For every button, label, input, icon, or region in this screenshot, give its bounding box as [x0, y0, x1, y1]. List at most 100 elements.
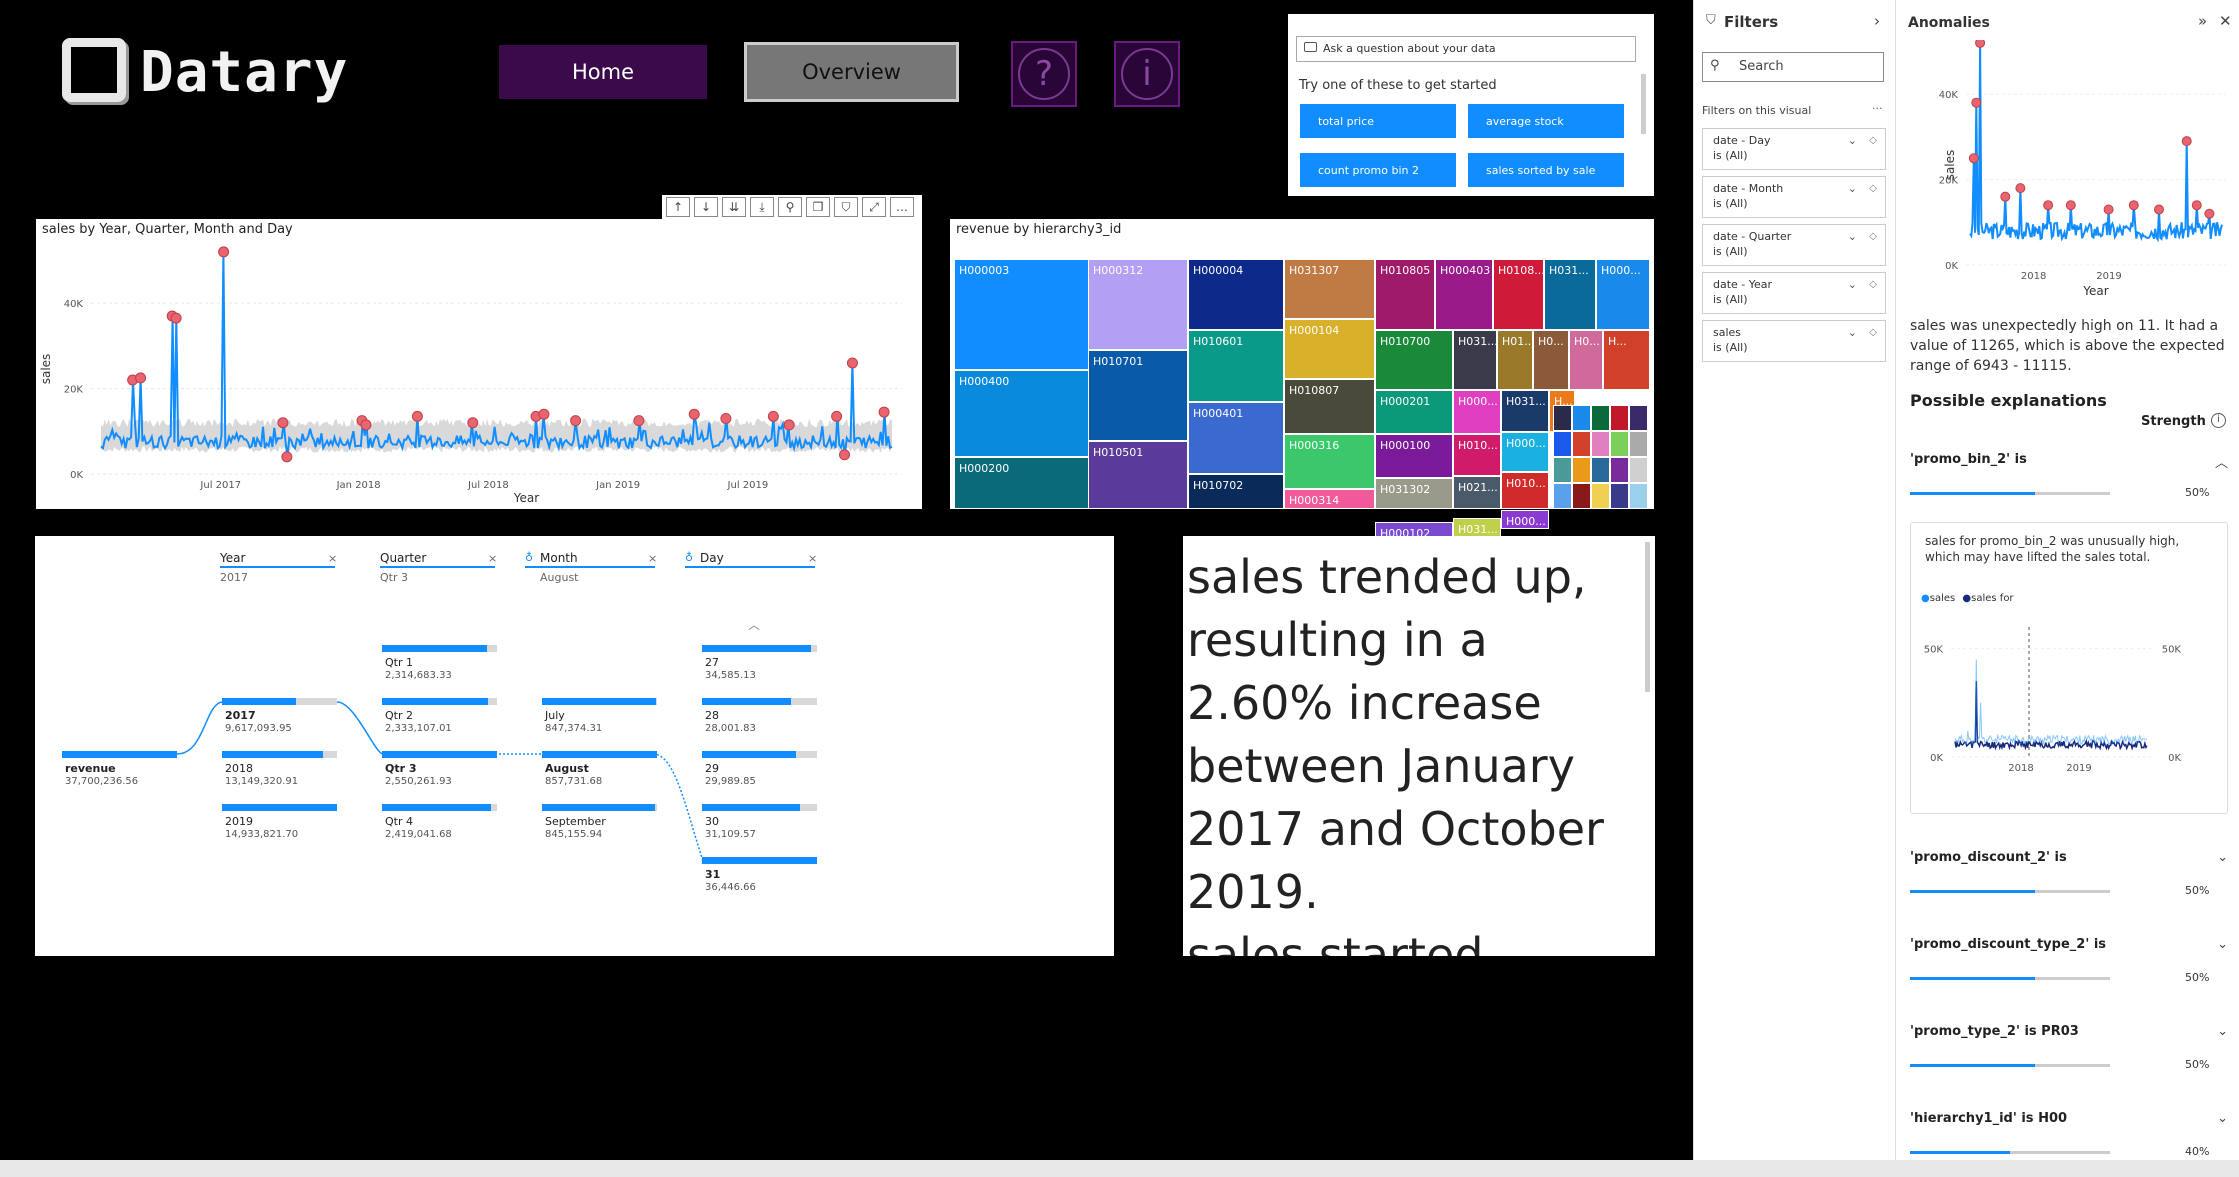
treemap-cell[interactable]: H031...	[1501, 390, 1549, 432]
treemap-cell[interactable]: H000004	[1188, 259, 1284, 330]
explanation-item[interactable]: 'promo_discount_type_2' is ⌄ 50%	[1910, 937, 2228, 984]
eraser-icon[interactable]: ◇	[1869, 229, 1877, 244]
treemap-cell-small[interactable]	[1591, 405, 1610, 431]
chevron-down-icon[interactable]: ⌄	[1848, 133, 1857, 148]
decomp-bar-year[interactable]	[222, 804, 337, 811]
treemap-cell[interactable]: H0...	[1569, 330, 1603, 390]
treemap-cell[interactable]: H010700	[1375, 330, 1453, 390]
chevron-down-icon[interactable]: ⌄	[2217, 850, 2228, 865]
treemap-cell[interactable]: H000400	[954, 370, 1090, 457]
copy-icon[interactable]: ❐	[806, 197, 830, 217]
treemap-cell[interactable]: H010501	[1088, 441, 1188, 509]
decomp-bar-day[interactable]	[702, 857, 817, 864]
decomp-bar-year[interactable]	[222, 698, 337, 705]
treemap-cell-small[interactable]	[1572, 483, 1591, 509]
treemap-cell-small[interactable]	[1610, 431, 1629, 457]
chevron-up-icon[interactable]: ︿	[748, 616, 760, 633]
overview-button[interactable]: Overview	[744, 42, 959, 102]
treemap-cell[interactable]: H000200	[954, 457, 1090, 509]
filter-card[interactable]: date - Year is (All) ⌄ ◇	[1702, 272, 1886, 314]
qa-suggestion[interactable]: count promo bin 2	[1300, 153, 1456, 187]
decomposition-tree[interactable]: Year 2017 × Quarter Qtr 3 × ♁ Month Augu…	[35, 536, 1114, 956]
treemap-cell[interactable]: H031...	[1544, 259, 1596, 330]
chevron-down-icon[interactable]: ⌄	[2217, 937, 2228, 952]
treemap-cell[interactable]: H000201	[1375, 390, 1453, 434]
pin-icon[interactable]: ⚲	[778, 197, 802, 217]
decomp-bar-quarter[interactable]	[382, 645, 497, 652]
close-icon[interactable]: ×	[808, 552, 817, 565]
chevron-down-icon[interactable]: ⌄	[1848, 277, 1857, 292]
treemap-cell[interactable]: H031...	[1453, 330, 1497, 390]
qa-suggestion[interactable]: average stock	[1468, 104, 1624, 138]
explanation-item[interactable]: 'promo_type_2' is PR03 ⌄ 50%	[1910, 1024, 2228, 1071]
qa-input[interactable]: Ask a question about your data	[1296, 36, 1636, 62]
treemap-cell[interactable]: H...	[1603, 330, 1650, 390]
collapse-icon[interactable]: »	[2198, 12, 2207, 30]
chevron-down-icon[interactable]: ⌄	[1848, 229, 1857, 244]
treemap-cell-small[interactable]	[1591, 457, 1610, 483]
expand-next-icon[interactable]: ⤓	[750, 197, 774, 217]
info-icon[interactable]: i	[2211, 413, 2226, 428]
treemap-cell[interactable]: H000312	[1088, 259, 1188, 350]
decomp-bar-month[interactable]	[542, 804, 657, 811]
treemap-cell-small[interactable]	[1572, 431, 1591, 457]
close-icon[interactable]: ×	[488, 552, 497, 565]
treemap-cell[interactable]: H010...	[1453, 434, 1501, 476]
treemap-cell[interactable]: H010805	[1375, 259, 1435, 330]
close-icon[interactable]: ×	[328, 552, 337, 565]
eraser-icon[interactable]: ◇	[1869, 277, 1877, 292]
qa-suggestion[interactable]: sales sorted by sale	[1468, 153, 1624, 187]
treemap-cell[interactable]: H000316	[1284, 434, 1375, 489]
explanation-item[interactable]: 'promo_discount_2' is ⌄ 50%	[1910, 850, 2228, 897]
treemap-cell-small[interactable]	[1610, 483, 1629, 509]
explanation-item[interactable]: 'hierarchy1_id' is H00 ⌄ 40%	[1910, 1111, 2228, 1158]
qa-scrollbar[interactable]	[1641, 74, 1646, 134]
sales-line-visual[interactable]: sales by Year, Quarter, Month and Day 0K…	[36, 219, 922, 509]
eraser-icon[interactable]: ◇	[1869, 181, 1877, 196]
treemap-cell-small[interactable]	[1553, 483, 1572, 509]
eraser-icon[interactable]: ◇	[1869, 325, 1877, 340]
treemap-cell[interactable]: H010702	[1188, 474, 1284, 509]
drill-up-icon[interactable]: ↑	[666, 197, 690, 217]
treemap-cell[interactable]: H000...	[1453, 390, 1501, 434]
treemap-visual[interactable]: revenue by hierarchy3_id H000003 H000312 H…	[950, 219, 1654, 559]
treemap-cell-small[interactable]	[1610, 405, 1629, 431]
help-button[interactable]: ?	[1011, 41, 1077, 107]
chevron-down-icon[interactable]: ⌄	[2217, 1111, 2228, 1126]
treemap-cell[interactable]: H000...	[1501, 510, 1549, 529]
more-icon[interactable]: …	[890, 197, 914, 217]
filter-card[interactable]: date - Month is (All) ⌄ ◇	[1702, 176, 1886, 218]
chevron-down-icon[interactable]: ⌄	[2217, 1024, 2228, 1039]
qa-suggestion[interactable]: total price	[1300, 104, 1456, 138]
treemap-cell[interactable]: H000104	[1284, 319, 1375, 379]
treemap-cell-small[interactable]	[1591, 483, 1610, 509]
treemap-cell[interactable]: H000403	[1435, 259, 1493, 330]
more-icon[interactable]: ···	[1872, 102, 1883, 115]
decomp-bar-quarter[interactable]	[382, 698, 497, 705]
eraser-icon[interactable]: ◇	[1869, 133, 1877, 148]
treemap-cell-small[interactable]	[1553, 405, 1572, 431]
treemap-cell[interactable]: H031...	[1453, 518, 1501, 537]
decomp-bar-day[interactable]	[702, 804, 817, 811]
close-icon[interactable]: ×	[648, 552, 657, 565]
treemap-cell-small[interactable]	[1610, 457, 1629, 483]
drill-down-icon[interactable]: ↓	[694, 197, 718, 217]
treemap-cell-small[interactable]	[1629, 483, 1648, 509]
decomp-bar-month[interactable]	[542, 698, 657, 705]
filters-search-input[interactable]: Search	[1702, 52, 1884, 82]
treemap-cell[interactable]: H000003	[954, 259, 1090, 370]
filter-card[interactable]: date - Day is (All) ⌄ ◇	[1702, 128, 1886, 170]
decomp-bar-day[interactable]	[702, 751, 817, 758]
decomp-bar-month[interactable]	[542, 751, 657, 758]
home-button[interactable]: Home	[499, 45, 707, 99]
chevron-down-icon[interactable]: ⌄	[1848, 181, 1857, 196]
decomp-bar-quarter[interactable]	[382, 751, 497, 758]
focus-icon[interactable]: ⤢	[862, 197, 886, 217]
decomp-bar-root[interactable]	[62, 751, 177, 758]
treemap-cell-small[interactable]	[1629, 405, 1648, 431]
treemap-cell-small[interactable]	[1553, 431, 1572, 457]
filter-card[interactable]: date - Quarter is (All) ⌄ ◇	[1702, 224, 1886, 266]
decomp-bar-day[interactable]	[702, 645, 817, 652]
treemap-cell-small[interactable]	[1629, 431, 1648, 457]
explanation-item[interactable]: 'promo_bin_2' is ︿ 50%	[1910, 452, 2228, 532]
